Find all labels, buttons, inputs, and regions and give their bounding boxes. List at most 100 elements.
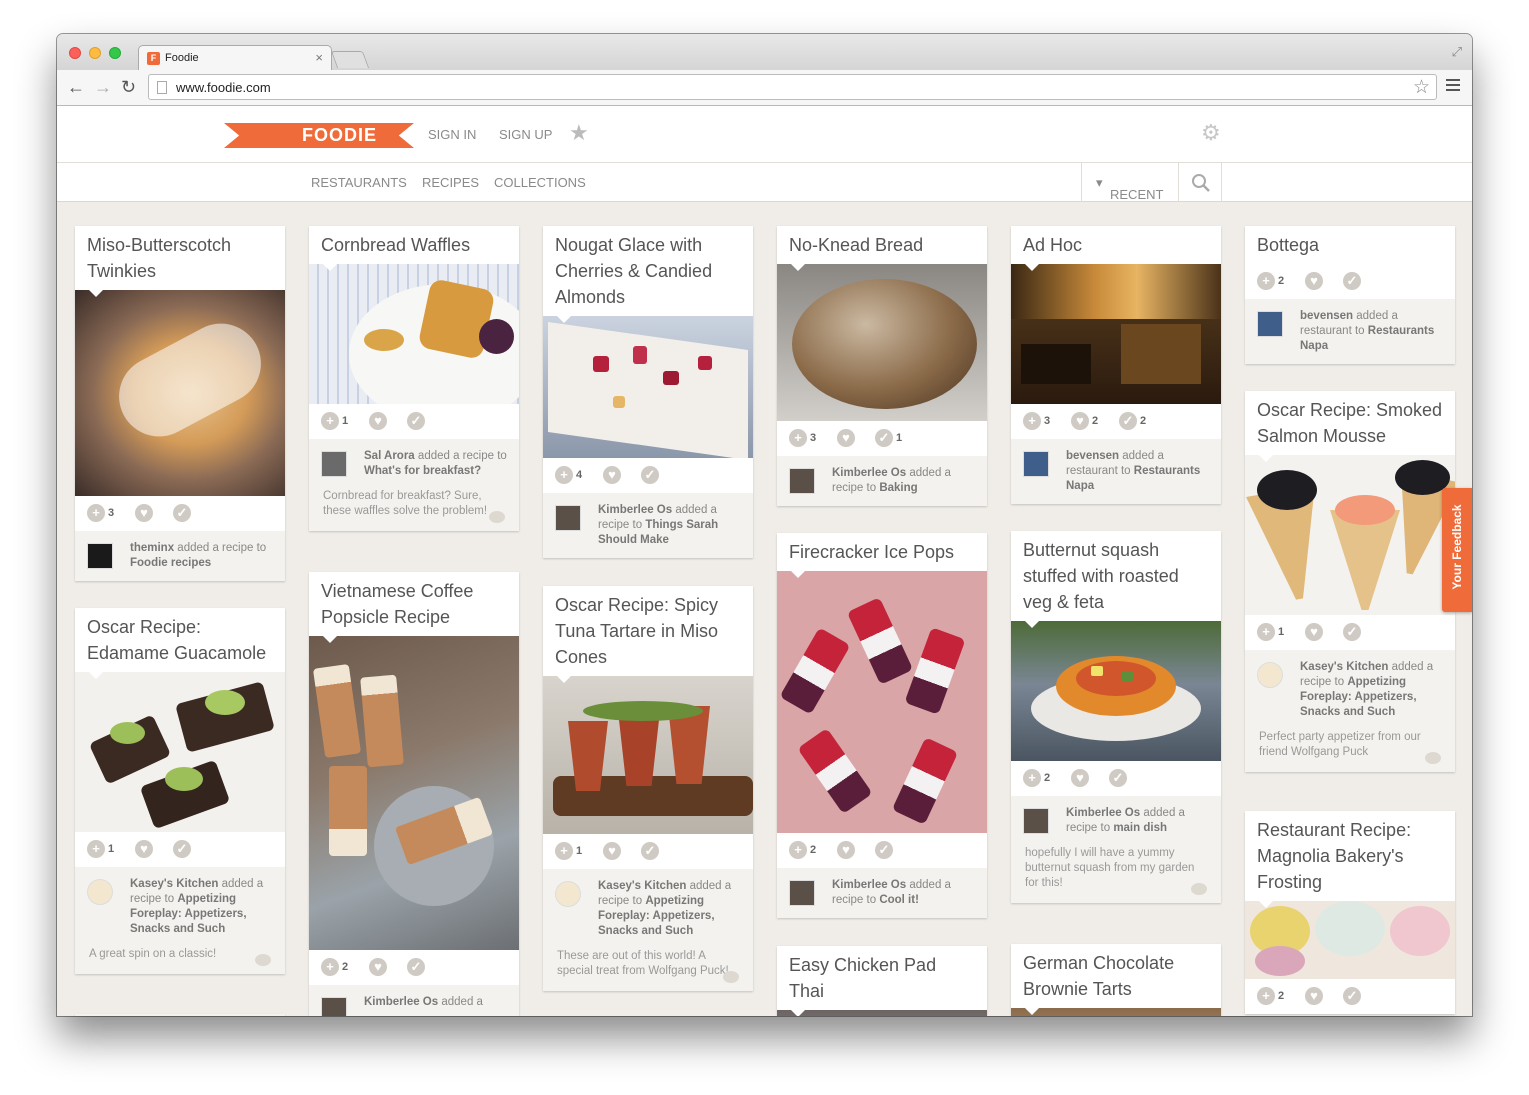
close-window-button[interactable] [69, 47, 81, 59]
add-button[interactable]: +2 [789, 841, 816, 859]
sign-up-link[interactable]: SIGN UP [499, 127, 552, 142]
activity-target[interactable]: Foodie recipes [130, 557, 211, 569]
card-vietnamese-coffee-popsicle[interactable]: Vietnamese Coffee Popsicle Recipe +2 ♥ ✓… [309, 572, 519, 1016]
done-button[interactable]: ✓ [1109, 769, 1130, 787]
like-button[interactable]: ♥ [1305, 272, 1326, 290]
pad-thai-photo[interactable] [777, 1010, 987, 1016]
comment-icon[interactable] [1191, 883, 1207, 895]
avatar[interactable] [1023, 451, 1049, 477]
address-bar[interactable]: www.foodie.com ☆ [148, 74, 1437, 100]
done-button[interactable]: ✓ [407, 958, 428, 976]
nav-restaurants[interactable]: RESTAURANTS [311, 175, 407, 190]
add-button[interactable]: +1 [87, 840, 114, 858]
card-cornbread-waffles[interactable]: Cornbread Waffles +1 ♥ ✓ Sal Arora added… [309, 226, 519, 531]
squash-photo[interactable] [1011, 621, 1221, 761]
cupcakes-photo[interactable] [1245, 901, 1455, 979]
card-title[interactable]: No-Knead Bread [777, 226, 987, 271]
brownie-photo[interactable] [1011, 1008, 1221, 1016]
avatar[interactable] [1257, 662, 1283, 688]
done-button[interactable]: ✓ [641, 466, 662, 484]
activity-user[interactable]: Kimberlee Os [832, 467, 906, 479]
done-button[interactable]: ✓ [641, 842, 662, 860]
foodie-logo[interactable]: FOODIE [224, 123, 414, 148]
done-button[interactable]: ✓ [1343, 987, 1364, 1005]
add-button[interactable]: +1 [321, 412, 348, 430]
like-button[interactable]: ♥ [369, 958, 390, 976]
like-button[interactable]: ♥ [1305, 623, 1326, 641]
bookmark-star-icon[interactable]: ☆ [1413, 76, 1430, 99]
activity-target[interactable]: Baking [879, 482, 917, 494]
avatar[interactable] [789, 880, 815, 906]
avatar[interactable] [789, 468, 815, 494]
card-firecracker-ice-pops[interactable]: Firecracker Ice Pops +2 ♥ ✓ Kimberlee Os… [777, 533, 987, 918]
card-easy-chicken-pad-thai[interactable]: Easy Chicken Pad Thai [777, 946, 987, 1016]
card-title[interactable]: Miso-Butterscotch Twinkies [75, 226, 285, 297]
avatar[interactable] [1257, 311, 1283, 337]
sort-dropdown[interactable]: RECENT ▾ [1081, 163, 1179, 202]
card-smoked-salmon-mousse[interactable]: Oscar Recipe: Smoked Salmon Mousse +1 ♥ … [1245, 391, 1455, 772]
card-title[interactable]: Vietnamese Coffee Popsicle Recipe [309, 572, 519, 643]
avatar[interactable] [555, 505, 581, 531]
add-button[interactable]: +3 [87, 504, 114, 522]
activity-user[interactable]: bevensen [1300, 310, 1353, 322]
comment-icon[interactable] [1425, 752, 1441, 764]
avatar[interactable] [555, 881, 581, 907]
activity-user[interactable]: Kasey's Kitchen [130, 878, 218, 890]
card-title[interactable]: Oscar Recipe: Smoked Salmon Mousse [1245, 391, 1455, 462]
card-title[interactable]: German Chocolate Brownie Tarts [1011, 944, 1221, 1015]
add-button[interactable]: +1 [1257, 623, 1284, 641]
nav-collections[interactable]: COLLECTIONS [494, 175, 586, 190]
nougat-photo[interactable] [543, 316, 753, 458]
add-button[interactable]: +2 [1257, 987, 1284, 1005]
like-button[interactable]: ♥ [369, 412, 390, 430]
card-title[interactable]: Bottega [1245, 226, 1455, 271]
card-spicy-tuna-tartare[interactable]: Oscar Recipe: Spicy Tuna Tartare in Miso… [543, 586, 753, 991]
activity-user[interactable]: Sal Arora [364, 450, 415, 462]
bread-photo[interactable] [777, 264, 987, 421]
tab-close-icon[interactable]: × [315, 50, 323, 65]
like-button[interactable]: ♥ [603, 466, 624, 484]
card-edamame-guacamole[interactable]: Oscar Recipe: Edamame Guacamole +1 ♥ ✓ K… [75, 608, 285, 974]
done-button[interactable]: ✓ [173, 840, 194, 858]
card-magnolia-bakery-frosting[interactable]: Restaurant Recipe: Magnolia Bakery's Fro… [1245, 811, 1455, 1014]
add-button[interactable]: +2 [321, 958, 348, 976]
like-button[interactable]: ♥ [1305, 987, 1326, 1005]
search-button[interactable] [1179, 163, 1222, 202]
done-button[interactable]: ✓ [407, 412, 428, 430]
comment-icon[interactable] [723, 971, 739, 983]
done-button[interactable]: ✓ [875, 841, 896, 859]
like-button[interactable]: ♥ [135, 504, 156, 522]
waffle-photo[interactable] [309, 264, 519, 404]
back-icon[interactable]: ← [67, 77, 85, 97]
salmon-photo[interactable] [1245, 455, 1455, 615]
new-tab-button[interactable] [330, 51, 370, 68]
card-title[interactable]: Easy Chicken Pad Thai [777, 946, 987, 1016]
card-title[interactable]: Firecracker Ice Pops [777, 533, 987, 578]
activity-user[interactable]: Kimberlee Os [364, 996, 438, 1008]
done-button[interactable]: ✓ [173, 504, 194, 522]
coffee-pops-photo[interactable] [309, 636, 519, 950]
forward-icon[interactable]: → [94, 77, 112, 97]
activity-target[interactable]: Cool it! [879, 894, 919, 906]
add-button[interactable]: +1 [555, 842, 582, 860]
done-button[interactable]: ✓ 2 [1119, 412, 1146, 430]
card-title[interactable]: Ad Hoc [1011, 226, 1221, 271]
like-button[interactable]: ♥ [837, 841, 858, 859]
activity-target[interactable]: What's for breakfast? [364, 465, 481, 477]
card-title[interactable]: Nougat Glace with Cherries & Candied Alm… [543, 226, 753, 323]
gear-icon[interactable]: ⚙ [1201, 120, 1221, 146]
card-title[interactable]: Restaurant Recipe: Magnolia Bakery's Fro… [1245, 811, 1455, 908]
add-button[interactable]: +3 [789, 429, 816, 447]
activity-user[interactable]: Kimberlee Os [832, 879, 906, 891]
like-button[interactable]: ♥ 2 [1071, 412, 1098, 430]
tartare-photo[interactable] [543, 676, 753, 834]
add-button[interactable]: +2 [1257, 272, 1284, 290]
like-button[interactable]: ♥ [603, 842, 624, 860]
avatar[interactable] [321, 451, 347, 477]
card-title[interactable]: Butternut squash stuffed with roasted ve… [1011, 531, 1221, 628]
done-button[interactable]: ✓ [1343, 272, 1364, 290]
minimize-window-button[interactable] [89, 47, 101, 59]
reload-icon[interactable]: ↻ [121, 77, 136, 97]
card-german-chocolate-brownie-tarts[interactable]: German Chocolate Brownie Tarts [1011, 944, 1221, 1016]
activity-user[interactable]: Kasey's Kitchen [598, 880, 686, 892]
